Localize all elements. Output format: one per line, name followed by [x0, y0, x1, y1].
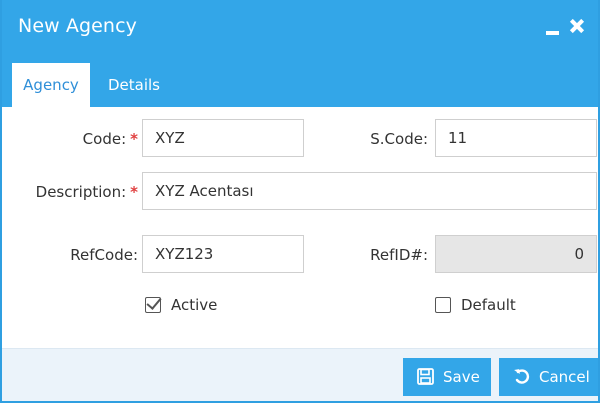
dialog-title: New Agency [18, 15, 137, 37]
active-label: Active [171, 296, 218, 314]
checkbox-box[interactable] [435, 297, 451, 313]
refcode-input[interactable] [142, 235, 304, 273]
description-input[interactable] [142, 172, 597, 210]
code-label-text: Code: [82, 130, 127, 148]
tab-agency[interactable]: Agency [12, 63, 90, 107]
description-required-mark: * [130, 183, 138, 201]
tab-bar: Agency Details [2, 58, 598, 107]
refid-label: RefID#: [370, 246, 428, 264]
cancel-button[interactable]: Cancel [499, 358, 598, 396]
scode-input[interactable] [435, 119, 597, 157]
save-button-label: Save [443, 368, 480, 386]
cancel-button-label: Cancel [539, 368, 590, 386]
refcode-label: RefCode: [70, 246, 138, 264]
tab-details[interactable]: Details [94, 63, 174, 107]
undo-arrow-icon [514, 369, 530, 384]
agency-dialog: New Agency Agency Details Code:* S.Code:… [0, 0, 600, 403]
description-label: Description: * [22, 183, 138, 201]
code-input[interactable] [142, 119, 304, 157]
check-icon[interactable] [145, 297, 161, 313]
close-icon[interactable] [568, 17, 586, 35]
save-button[interactable]: Save [403, 358, 491, 396]
default-checkbox[interactable]: Default [435, 296, 525, 318]
dialog-footer: Save Cancel [2, 348, 598, 401]
code-label: Code: * [32, 130, 138, 148]
refid-input [435, 235, 597, 273]
minimize-icon[interactable] [544, 17, 562, 35]
scode-label: S.Code: [370, 130, 428, 148]
active-checkbox[interactable]: Active [145, 296, 225, 318]
title-bar: New Agency [2, 0, 598, 58]
floppy-disk-icon [417, 368, 434, 385]
description-label-text: Description: [35, 183, 127, 201]
default-label: Default [461, 296, 516, 314]
code-required-mark: * [130, 130, 138, 148]
